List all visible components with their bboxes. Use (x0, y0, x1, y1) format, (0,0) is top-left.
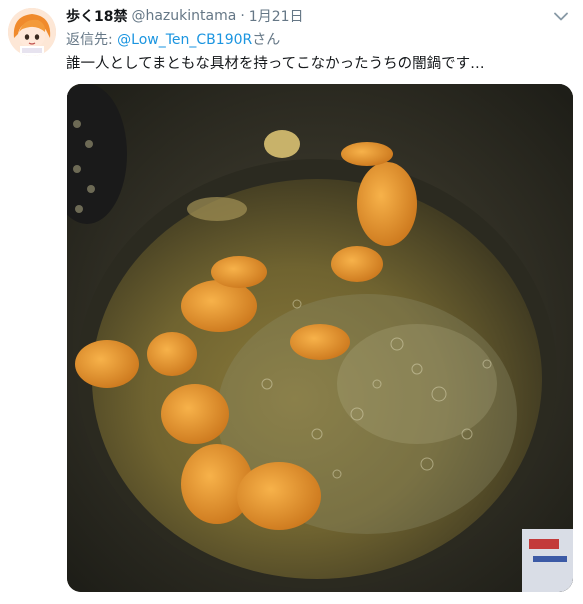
tweet-photo[interactable] (67, 84, 573, 592)
reply-context: 返信先: @Low_Ten_CB190Rさん (66, 29, 280, 49)
chevron-down-icon (554, 12, 568, 20)
reply-mention-link[interactable]: @Low_Ten_CB190R (117, 32, 252, 48)
display-name[interactable]: 歩く18禁 (66, 6, 127, 26)
avatar-cartoon-girl-icon (8, 8, 56, 56)
separator-dot: · (240, 8, 245, 24)
tweet-text: 誰一人としてまともな具材を持ってこなかったうちの闇鍋です… (66, 56, 485, 72)
avatar[interactable] (8, 8, 56, 56)
tweet-header: 歩く18禁 @hazukintama · 1月21日 (66, 6, 543, 26)
tweet-menu-button[interactable] (551, 8, 571, 24)
timestamp[interactable]: 1月21日 (249, 6, 304, 26)
reply-suffix: さん (252, 32, 281, 48)
reply-prefix: 返信先: (66, 32, 118, 48)
user-handle[interactable]: @hazukintama (131, 8, 236, 24)
hotpot-photo-image (67, 84, 573, 592)
